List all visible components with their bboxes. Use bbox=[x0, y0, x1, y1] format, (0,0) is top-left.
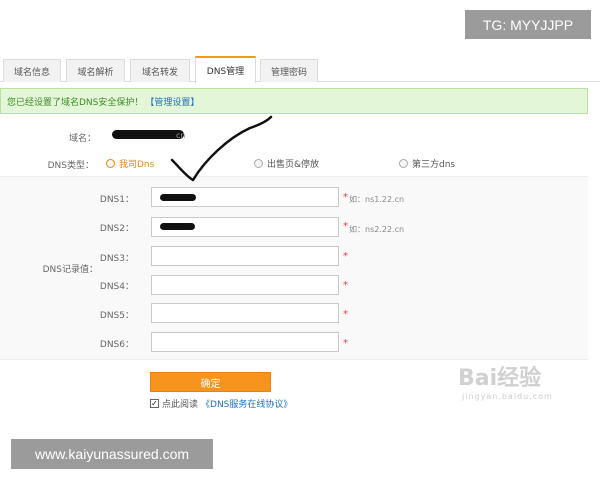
radio-dot bbox=[399, 159, 408, 168]
domain-value-redacted bbox=[112, 130, 184, 139]
radio-third-party-dns[interactable]: 第三方dns bbox=[399, 157, 455, 170]
tab-manage-password[interactable]: 管理密码 bbox=[260, 59, 318, 82]
dns4-label: DNS4： bbox=[99, 282, 134, 292]
dns3-input[interactable] bbox=[151, 246, 339, 266]
radio-dot bbox=[254, 159, 263, 168]
manage-settings-link[interactable]: 【管理设置】 bbox=[145, 95, 199, 108]
dns4-required-mark: * bbox=[343, 280, 348, 291]
dns3-label: DNS3： bbox=[99, 254, 134, 264]
tg-overlay-badge: TG: MYYJJPP bbox=[465, 10, 591, 39]
radio-third-party-label: 第三方dns bbox=[412, 160, 456, 170]
dns6-required-mark: * bbox=[343, 338, 348, 349]
tab-dns-manage[interactable]: DNS管理 bbox=[195, 56, 256, 83]
agreement-link[interactable]: 《DNS服务在线协议》 bbox=[201, 397, 292, 410]
radio-own-dns[interactable]: 我司Dns bbox=[106, 157, 154, 170]
agreement-checkbox[interactable]: ✓ bbox=[150, 399, 159, 408]
dns3-required-mark: * bbox=[343, 251, 348, 262]
watermark-subtext: jingyan.baidu.com bbox=[462, 392, 553, 401]
agreement-prefix: 点此阅读 bbox=[162, 400, 199, 410]
agreement-row: ✓ 点此阅读 《DNS服务在线协议》 bbox=[150, 397, 292, 410]
security-notice: 您已经设置了域名DNS安全保护！ 【管理设置】 bbox=[0, 88, 588, 114]
dns6-label: DNS6： bbox=[99, 340, 134, 350]
dns-type-label: DNS类型： bbox=[47, 161, 94, 171]
dns2-required-mark: * bbox=[343, 221, 348, 232]
tab-domain-resolve[interactable]: 域名解析 bbox=[66, 59, 125, 82]
domain-label: 域名： bbox=[68, 134, 96, 144]
dns1-value-redacted bbox=[160, 194, 196, 201]
dns1-label: DNS1： bbox=[99, 195, 134, 205]
dns5-input[interactable] bbox=[151, 303, 339, 323]
dns5-label: DNS5： bbox=[99, 311, 134, 321]
dns2-label: DNS2： bbox=[99, 224, 134, 234]
dns5-required-mark: * bbox=[343, 309, 348, 320]
dns1-required-mark: * bbox=[343, 192, 348, 203]
dns2-value-redacted bbox=[160, 223, 195, 230]
dns6-input[interactable] bbox=[151, 332, 339, 352]
dns1-hint: 如：ns1.22.cn bbox=[349, 195, 405, 204]
radio-parking-label: 出售页&停放 bbox=[267, 160, 320, 170]
tab-bar: 域名信息 域名解析 域名转发 DNS管理 管理密码 bbox=[0, 56, 600, 83]
notice-text: 您已经设置了域名DNS安全保护！ bbox=[7, 97, 144, 108]
domain-value-suffix: cn bbox=[176, 131, 186, 140]
baidu-jingyan-watermark: Bai经验 bbox=[458, 366, 542, 391]
site-overlay-badge: www.kaiyunassured.com bbox=[11, 439, 213, 469]
radio-parking[interactable]: 出售页&停放 bbox=[254, 157, 319, 170]
tab-domain-info[interactable]: 域名信息 bbox=[3, 59, 61, 82]
dns-records-label: DNS记录值： bbox=[42, 265, 98, 275]
tab-domain-forward[interactable]: 域名转发 bbox=[130, 59, 190, 82]
confirm-button[interactable]: 确定 bbox=[150, 372, 271, 392]
radio-own-dns-label: 我司Dns bbox=[119, 160, 155, 170]
dns2-hint: 如：ns2.22.cn bbox=[349, 225, 405, 234]
radio-dot bbox=[106, 159, 115, 168]
dns4-input[interactable] bbox=[151, 275, 339, 295]
